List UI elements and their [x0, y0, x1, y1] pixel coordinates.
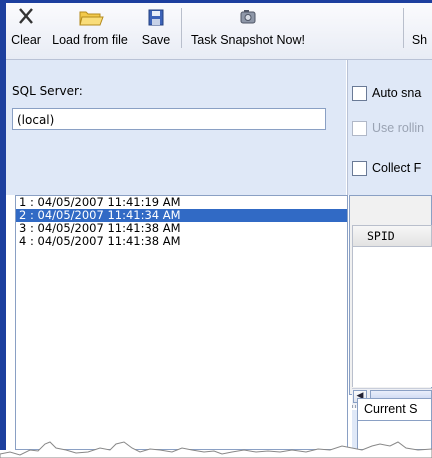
snapshot-list[interactable]: 1 : 04/05/2007 11:41:19 AM 2 : 04/05/200…	[15, 195, 348, 450]
auto-snapshot-label: Auto sna	[372, 86, 422, 100]
torn-edge	[0, 441, 432, 458]
show-icon	[407, 5, 432, 29]
tab-current[interactable]: Current S	[357, 398, 432, 420]
use-rolling-label: Use rollin	[372, 121, 425, 135]
checkbox-box[interactable]	[352, 121, 367, 137]
camera-icon	[240, 10, 256, 24]
column-header-spid[interactable]: SPID	[352, 225, 432, 247]
collect-label: Collect F	[372, 161, 422, 175]
clear-button[interactable]: Clear	[6, 3, 46, 53]
floppy-disk-icon	[148, 9, 164, 26]
checkbox-box[interactable]	[352, 86, 367, 102]
list-item[interactable]: 4 : 04/05/2007 11:41:38 AM	[16, 235, 347, 248]
close-x-icon	[19, 8, 33, 24]
save-label: Save	[141, 33, 171, 47]
save-button[interactable]: Save	[134, 3, 178, 53]
sql-server-label: SQL Server:	[12, 84, 83, 98]
folder-open-icon	[79, 11, 104, 26]
process-grid[interactable]	[352, 247, 432, 387]
task-snapshot-button[interactable]: Task Snapshot Now!	[184, 3, 312, 53]
load-from-file-button[interactable]: Load from file	[46, 3, 134, 53]
sql-server-input[interactable]: (local)	[12, 108, 326, 130]
clear-label: Clear	[11, 33, 41, 47]
show-label: Sh	[411, 33, 428, 47]
toolbar-separator	[403, 8, 404, 48]
toolbar-separator	[181, 8, 182, 48]
collect-checkbox[interactable]: Collect F	[352, 161, 432, 177]
auto-snapshot-checkbox[interactable]: Auto sna	[352, 86, 432, 102]
checkbox-box[interactable]	[352, 161, 367, 177]
task-snapshot-label: Task Snapshot Now!	[191, 33, 305, 47]
show-button[interactable]: Sh	[407, 3, 432, 53]
use-rolling-checkbox[interactable]: Use rollin	[352, 121, 432, 137]
load-from-file-label: Load from file	[52, 33, 128, 47]
